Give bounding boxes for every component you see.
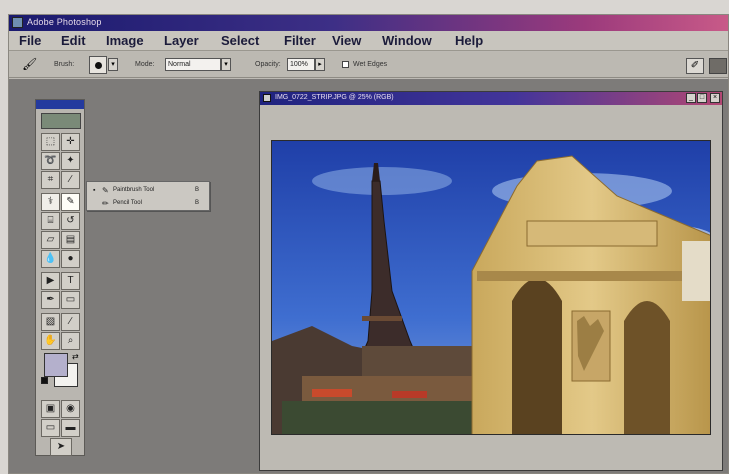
- flyout-pencil-shortcut: B: [195, 200, 200, 206]
- foreground-color-swatch[interactable]: [44, 353, 68, 377]
- default-colors-icon[interactable]: [41, 377, 48, 384]
- menu-layer-label: Layer: [164, 33, 199, 48]
- brush-tool-icon[interactable]: ✎: [61, 193, 80, 211]
- swap-colors-icon[interactable]: ⇄: [72, 352, 79, 361]
- paintbrush-icon: ✎: [102, 186, 109, 195]
- menu-image-label: Image: [106, 33, 144, 48]
- menu-help-label: Help: [455, 33, 484, 48]
- magic-wand-tool-icon[interactable]: ✦: [61, 152, 80, 170]
- crop-tool-icon[interactable]: ⌗: [41, 171, 60, 189]
- shape-tool-icon[interactable]: ▭: [61, 291, 80, 309]
- menu-image[interactable]: Image: [106, 33, 144, 48]
- menu-view-label: View: [332, 33, 362, 48]
- menu-window[interactable]: Window: [382, 33, 432, 48]
- flyout-paintbrush-label: Paintbrush Tool: [113, 187, 155, 193]
- selected-bullet-icon: ▪: [93, 187, 96, 194]
- photoshop-window: Adobe Photoshop File Edit Image Layer Se…: [8, 14, 729, 474]
- clone-stamp-tool-icon[interactable]: ⌸: [41, 212, 60, 230]
- menu-file-label: File: [19, 33, 42, 48]
- hand-tool-icon[interactable]: ✋: [41, 332, 60, 350]
- brush-label: Brush:: [54, 61, 75, 68]
- toolbox: ⬚ ✛ ➰ ✦ ⌗ ∕ ⚕ ✎ ⌸ ↺ ▱ ▤ 💧 ● ▶ T ✒ ▭ ▧ ∕ …: [35, 99, 85, 456]
- brush-dropdown-icon[interactable]: ▾: [108, 58, 118, 71]
- tool-preset-icon[interactable]: 🖌: [22, 57, 37, 71]
- menu-layer[interactable]: Layer: [164, 33, 199, 48]
- mode-select[interactable]: Normal: [165, 58, 221, 71]
- wet-edges-checkbox[interactable]: [342, 61, 349, 68]
- menu-filter-label: Filter: [284, 33, 316, 48]
- mode-label: Mode:: [135, 61, 155, 68]
- opacity-slider-icon[interactable]: ▸: [315, 58, 325, 71]
- pencil-icon: ✏: [102, 199, 109, 208]
- flyout-paintbrush-item[interactable]: ▪ ✎ Paintbrush Tool B: [90, 184, 208, 197]
- maximize-icon[interactable]: □: [697, 93, 707, 103]
- move-tool-icon[interactable]: ✛: [61, 133, 80, 151]
- document-window: IMG_0722_STRIP.JPG @ 25% (RGB) _ □ ×: [259, 91, 723, 471]
- brush-preview[interactable]: [89, 56, 107, 74]
- minimize-icon[interactable]: _: [686, 93, 696, 103]
- quick-mask-icon[interactable]: ◉: [61, 400, 80, 418]
- document-titlebar[interactable]: IMG_0722_STRIP.JPG @ 25% (RGB) _ □ ×: [260, 92, 722, 105]
- options-bar: 🖌 Brush: ▾ Mode: Normal ▾ Opacity: 100% …: [9, 52, 728, 78]
- path-select-tool-icon[interactable]: ▶: [41, 272, 60, 290]
- toolbox-titlebar[interactable]: [36, 100, 84, 109]
- menu-file[interactable]: File: [19, 33, 41, 48]
- wet-edges-label: Wet Edges: [353, 61, 388, 68]
- mode-dropdown-icon[interactable]: ▾: [221, 58, 231, 71]
- marquee-tool-icon[interactable]: ⬚: [41, 133, 60, 151]
- flyout-pencil-item[interactable]: ✏ Pencil Tool B: [90, 197, 208, 210]
- pen-tool-icon[interactable]: ✒: [41, 291, 60, 309]
- history-brush-tool-icon[interactable]: ↺: [61, 212, 80, 230]
- airbrush-icon[interactable]: ✐: [686, 58, 704, 74]
- palette-well[interactable]: [709, 58, 727, 74]
- menu-bar: File Edit Image Layer Select Filter View…: [9, 31, 728, 51]
- photoshop-logo[interactable]: [41, 113, 81, 129]
- slice-tool-icon[interactable]: ∕: [61, 171, 80, 189]
- app-icon: [12, 17, 23, 28]
- menu-help[interactable]: Help: [455, 33, 483, 48]
- menu-edit[interactable]: Edit: [61, 33, 86, 48]
- menu-select-label: Select: [221, 33, 260, 48]
- zoom-tool-icon[interactable]: ⌕: [61, 332, 80, 350]
- paris-las-vegas-photo: [272, 141, 710, 434]
- document-title: IMG_0722_STRIP.JPG @ 25% (RGB): [275, 94, 394, 101]
- menu-view[interactable]: View: [332, 33, 361, 48]
- standard-mode-icon[interactable]: ▣: [41, 400, 60, 418]
- flyout-pencil-label: Pencil Tool: [113, 200, 142, 206]
- jump-to-imageready-icon[interactable]: ➤: [50, 438, 72, 456]
- menu-edit-label: Edit: [61, 33, 86, 48]
- type-tool-icon[interactable]: T: [61, 272, 80, 290]
- notes-tool-icon[interactable]: ▧: [41, 313, 60, 331]
- document-icon: [263, 94, 271, 102]
- lasso-tool-icon[interactable]: ➰: [41, 152, 60, 170]
- blur-tool-icon[interactable]: 💧: [41, 250, 60, 268]
- opacity-label: Opacity:: [255, 61, 281, 68]
- menu-window-label: Window: [382, 33, 432, 48]
- app-title: Adobe Photoshop: [27, 17, 102, 27]
- menu-filter[interactable]: Filter: [284, 33, 316, 48]
- opacity-input[interactable]: 100%: [287, 58, 315, 71]
- photo-canvas[interactable]: [271, 140, 711, 435]
- screen-mode-icon[interactable]: ▭: [41, 419, 60, 437]
- close-icon[interactable]: ×: [710, 93, 720, 103]
- eyedropper-tool-icon[interactable]: ∕: [61, 313, 80, 331]
- gradient-tool-icon[interactable]: ▤: [61, 231, 80, 249]
- tool-flyout-menu: ▪ ✎ Paintbrush Tool B ✏ Pencil Tool B: [86, 181, 210, 211]
- full-screen-icon[interactable]: ▬: [61, 419, 80, 437]
- eraser-tool-icon[interactable]: ▱: [41, 231, 60, 249]
- healing-tool-icon[interactable]: ⚕: [41, 193, 60, 211]
- menu-select[interactable]: Select: [221, 33, 259, 48]
- dodge-tool-icon[interactable]: ●: [61, 250, 80, 268]
- flyout-paintbrush-shortcut: B: [195, 187, 200, 193]
- workspace: ⬚ ✛ ➰ ✦ ⌗ ∕ ⚕ ✎ ⌸ ↺ ▱ ▤ 💧 ● ▶ T ✒ ▭ ▧ ∕ …: [9, 79, 728, 473]
- title-bar: Adobe Photoshop: [9, 15, 728, 31]
